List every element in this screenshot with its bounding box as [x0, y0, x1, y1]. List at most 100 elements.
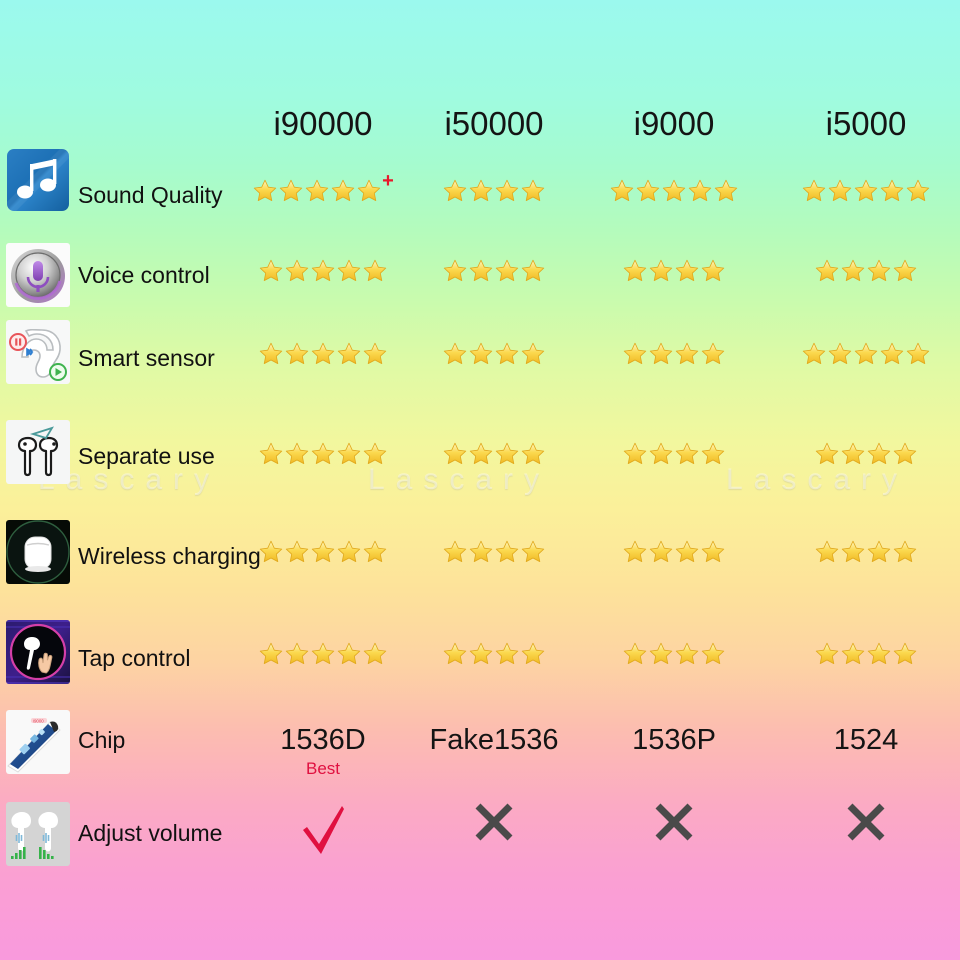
star-icon — [622, 641, 648, 667]
row-label: Smart sensor — [78, 345, 215, 371]
star-icon — [661, 178, 687, 204]
star-icon — [336, 641, 362, 667]
svg-text:i9000: i9000 — [33, 719, 44, 724]
star-icon — [494, 539, 520, 565]
row-label: Chip — [78, 727, 126, 753]
star-rating: + — [223, 171, 423, 204]
chip-value: Fake1536 — [394, 723, 594, 757]
star-icon — [866, 258, 892, 284]
star-icon — [892, 441, 918, 467]
chip-name: 1524 — [833, 724, 899, 756]
star-icon — [700, 641, 726, 667]
star-icon — [310, 441, 336, 467]
star-icon — [284, 441, 310, 467]
star-icon — [827, 341, 853, 367]
star-icon — [840, 441, 866, 467]
star-rating — [394, 441, 594, 467]
best-badge: Best — [305, 759, 341, 778]
star-icon — [648, 641, 674, 667]
star-rating — [574, 641, 774, 667]
star-icon — [278, 178, 304, 204]
cross-mark — [394, 800, 594, 849]
star-icon — [520, 341, 546, 367]
star-rating — [766, 539, 960, 565]
star-icon — [892, 539, 918, 565]
star-icon — [310, 539, 336, 565]
star-rating — [223, 341, 423, 367]
star-icon — [284, 258, 310, 284]
star-icon — [879, 178, 905, 204]
star-icon — [468, 258, 494, 284]
star-icon — [258, 258, 284, 284]
star-icon — [304, 178, 330, 204]
star-rating — [766, 441, 960, 467]
star-icon — [905, 178, 931, 204]
star-icon — [674, 441, 700, 467]
star-icon — [700, 341, 726, 367]
star-icon — [674, 341, 700, 367]
star-icon — [648, 258, 674, 284]
star-rating — [394, 539, 594, 565]
star-icon — [879, 341, 905, 367]
star-icon — [520, 441, 546, 467]
star-rating — [766, 341, 960, 367]
star-icon — [442, 441, 468, 467]
star-icon — [713, 178, 739, 204]
chip-value: 1536P — [574, 723, 774, 757]
ear-sensor-icon — [6, 320, 70, 384]
microphone-icon — [6, 243, 70, 307]
star-icon — [609, 178, 635, 204]
star-icon — [310, 258, 336, 284]
star-icon — [494, 178, 520, 204]
star-icon — [687, 178, 713, 204]
row-label: Separate use — [78, 443, 215, 469]
column-header-i5000: i5000 — [825, 105, 907, 142]
star-icon — [814, 539, 840, 565]
star-icon — [258, 539, 284, 565]
row-label: Adjust volume — [78, 820, 223, 846]
star-icon — [622, 539, 648, 565]
star-icon — [905, 341, 931, 367]
star-icon — [494, 258, 520, 284]
star-rating — [766, 258, 960, 284]
star-icon — [648, 341, 674, 367]
table-row: Adjust volume — [0, 0, 960, 866]
star-icon — [252, 178, 278, 204]
chip-value: 1524 — [766, 723, 960, 757]
star-icon — [801, 341, 827, 367]
star-icon — [442, 539, 468, 565]
cross-icon — [472, 800, 516, 849]
star-icon — [330, 178, 356, 204]
star-icon — [310, 641, 336, 667]
star-icon — [494, 341, 520, 367]
cross-mark — [766, 800, 960, 849]
star-icon — [468, 178, 494, 204]
star-icon — [622, 441, 648, 467]
row-label: Sound Quality — [78, 182, 223, 208]
star-rating — [223, 539, 423, 565]
volume-earbuds-icon — [6, 802, 70, 866]
star-icon — [468, 441, 494, 467]
plus-superscript: + — [382, 170, 394, 192]
row-label: Tap control — [78, 645, 191, 671]
star-rating — [394, 178, 594, 204]
star-icon — [520, 258, 546, 284]
star-icon — [284, 641, 310, 667]
star-icon — [284, 341, 310, 367]
cross-icon — [844, 800, 888, 849]
star-icon — [866, 539, 892, 565]
star-rating — [394, 641, 594, 667]
star-icon — [494, 441, 520, 467]
star-icon — [622, 341, 648, 367]
star-icon — [356, 178, 382, 204]
star-icon — [674, 641, 700, 667]
tap-finger-icon — [6, 620, 70, 684]
star-icon — [362, 258, 388, 284]
chip-name: Fake1536 — [429, 724, 559, 756]
star-icon — [468, 539, 494, 565]
star-rating — [574, 178, 774, 204]
star-icon — [468, 341, 494, 367]
star-rating — [223, 258, 423, 284]
star-icon — [520, 539, 546, 565]
cross-icon — [652, 800, 696, 849]
